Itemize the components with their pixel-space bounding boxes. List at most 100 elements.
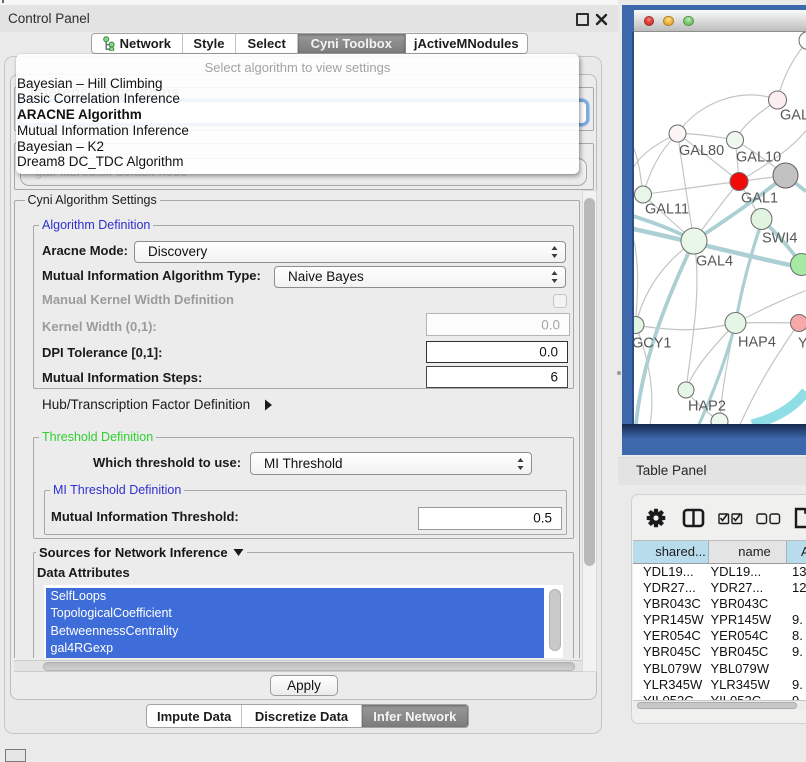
- tab-impute-data[interactable]: Impute Data: [147, 705, 242, 727]
- tab-discretize-data[interactable]: Discretize Data: [242, 705, 361, 727]
- table-row[interactable]: YBL079WYBL079W: [633, 661, 806, 677]
- table-body[interactable]: YDL19...YDL19...13YDR27...YDR27...12YBR0…: [633, 564, 806, 701]
- network-node-HAP2[interactable]: [678, 382, 694, 398]
- network-node-GAL[interactable]: [769, 91, 787, 109]
- table-row[interactable]: YIL052CYIL052C9.: [633, 693, 806, 700]
- cell-shared-name[interactable]: YBR045C: [633, 644, 711, 660]
- hub-transcription-factor-toggle[interactable]: Hub/Transcription Factor Definition: [42, 397, 273, 412]
- network-node-GAL11[interactable]: [635, 186, 652, 203]
- algorithm-popup-item[interactable]: Bayesian – K2: [16, 139, 579, 155]
- close-traffic-light-icon[interactable]: [644, 16, 655, 27]
- cell-shared-name[interactable]: YIL052C: [633, 693, 711, 700]
- mi-algorithm-type-combo[interactable]: Naive Bayes: [274, 266, 566, 289]
- tab-select[interactable]: Select: [236, 34, 298, 54]
- network-node-GCY1[interactable]: [634, 316, 644, 333]
- table-row[interactable]: YPR145WYPR145W9.: [633, 612, 806, 628]
- mi-steps-field[interactable]: 6: [426, 366, 568, 389]
- network-edge[interactable]: [634, 240, 638, 325]
- cell-shared-name[interactable]: YBL079W: [633, 661, 711, 677]
- network-node-SWI4[interactable]: [751, 208, 772, 229]
- cell-value[interactable]: 13: [792, 564, 806, 580]
- network-node-GAL80[interactable]: [669, 125, 686, 142]
- mi-threshold-field[interactable]: 0.5: [418, 507, 562, 531]
- tab-infer-network[interactable]: Infer Network: [362, 705, 468, 727]
- close-icon[interactable]: [595, 13, 608, 26]
- network-node-Y[interactable]: [791, 314, 806, 331]
- network-window-titlebar[interactable]: [634, 10, 806, 32]
- tab-network[interactable]: Network: [92, 34, 183, 54]
- network-node-n15[interactable]: [799, 32, 806, 50]
- cell-name[interactable]: YBR043C: [711, 596, 793, 612]
- aracne-mode-combo[interactable]: Discovery: [134, 241, 566, 264]
- cell-value[interactable]: 9.: [792, 612, 803, 628]
- cell-name[interactable]: YDL19...: [711, 564, 793, 580]
- data-attribute-item[interactable]: TopologicalCoefficient: [46, 605, 544, 622]
- minimize-traffic-light-icon[interactable]: [663, 16, 674, 27]
- network-edge[interactable]: [752, 391, 806, 424]
- zoom-traffic-light-icon[interactable]: [683, 16, 694, 27]
- network-node-GAL4[interactable]: [681, 228, 707, 254]
- data-attributes-list[interactable]: SelfLoopsTopologicalCoefficientBetweenne…: [44, 585, 563, 659]
- cell-name[interactable]: YDR27...: [711, 580, 793, 596]
- cell-name[interactable]: YIL052C: [711, 693, 793, 700]
- cell-shared-name[interactable]: YLR345W: [633, 677, 711, 693]
- network-node-GAL1[interactable]: [730, 172, 748, 190]
- column-header-name[interactable]: name: [709, 541, 787, 563]
- cell-value[interactable]: 12: [792, 580, 806, 596]
- cell-value[interactable]: 9.: [792, 644, 803, 660]
- column-header-clipped[interactable]: A: [787, 541, 806, 563]
- tab-cyni-toolbox[interactable]: Cyni Toolbox: [298, 34, 406, 54]
- float-icon[interactable]: [576, 13, 589, 26]
- kernel-width-field[interactable]: 0.0: [426, 313, 570, 336]
- cell-shared-name[interactable]: YBR043C: [633, 596, 711, 612]
- vertical-scrollbar-thumb[interactable]: [584, 198, 595, 566]
- manual-kernel-width-checkbox[interactable]: [553, 294, 567, 308]
- cell-name[interactable]: YBR045C: [711, 644, 793, 660]
- apply-button[interactable]: Apply: [270, 675, 338, 697]
- network-edge[interactable]: [643, 181, 739, 194]
- network-node-GAL10[interactable]: [727, 131, 744, 148]
- cell-shared-name[interactable]: YDR27...: [633, 580, 711, 596]
- algorithm-popup-item[interactable]: Basic Correlation Inference: [16, 91, 579, 107]
- tab-style[interactable]: Style: [183, 34, 237, 54]
- table-row[interactable]: YBR043CYBR043C: [633, 596, 806, 612]
- cell-shared-name[interactable]: YDL19...: [633, 564, 711, 580]
- cell-name[interactable]: YPR145W: [711, 612, 793, 628]
- network-edge[interactable]: [678, 94, 778, 133]
- network-edge[interactable]: [736, 227, 761, 323]
- column-header-shared-name[interactable]: shared...: [633, 541, 709, 563]
- table-hscrollbar-thumb[interactable]: [637, 702, 797, 709]
- table-row[interactable]: YDL19...YDL19...13: [633, 564, 806, 580]
- network-canvas[interactable]: GALGAL80GAL10GAL1GAL11SWI4GAL4GCY1HAP4YH…: [634, 32, 806, 425]
- data-attribute-item[interactable]: gal4RGexp: [46, 640, 544, 657]
- data-attribute-item[interactable]: BetweennessCentrality: [46, 623, 544, 640]
- table-row[interactable]: YER054CYER054C8.: [633, 628, 806, 644]
- cell-name[interactable]: YBL079W: [711, 661, 793, 677]
- network-node-n9[interactable]: [791, 253, 806, 275]
- algorithm-popup-item[interactable]: Dream8 DC_TDC Algorithm: [16, 154, 579, 170]
- splitter-handle-icon[interactable]: [617, 371, 621, 375]
- table-row[interactable]: YDR27...YDR27...12: [633, 580, 806, 596]
- gear-icon[interactable]: [647, 509, 666, 528]
- cell-shared-name[interactable]: YER054C: [633, 628, 711, 644]
- network-node-HAP4[interactable]: [725, 312, 746, 333]
- tab-jactivemnodules[interactable]: jActiveMNodules: [406, 34, 527, 54]
- file-icon[interactable]: [796, 509, 806, 527]
- corner-button[interactable]: [5, 749, 26, 762]
- data-attribute-item[interactable]: SelfLoops: [46, 588, 544, 605]
- network-edge[interactable]: [636, 323, 736, 330]
- cell-value[interactable]: 8.: [792, 628, 803, 644]
- table-row[interactable]: YBR045CYBR045C9.: [633, 644, 806, 660]
- cell-value[interactable]: 9.: [792, 677, 803, 693]
- algorithm-popup-item[interactable]: Bayesian – Hill Climbing: [16, 76, 579, 92]
- checked-columns-icon[interactable]: [719, 514, 742, 524]
- sources-title[interactable]: Sources for Network Inference: [36, 545, 247, 560]
- split-columns-icon[interactable]: [684, 510, 703, 526]
- algorithm-popup-item[interactable]: Mutual Information Inference: [16, 123, 579, 139]
- attributes-scrollbar[interactable]: [549, 589, 561, 651]
- which-threshold-combo[interactable]: MI Threshold: [250, 452, 532, 475]
- network-node-n14[interactable]: [711, 413, 728, 425]
- cell-value[interactable]: 9.: [792, 693, 803, 700]
- network-node-n4[interactable]: [773, 163, 798, 188]
- horizontal-scrollbar-thumb[interactable]: [43, 662, 575, 671]
